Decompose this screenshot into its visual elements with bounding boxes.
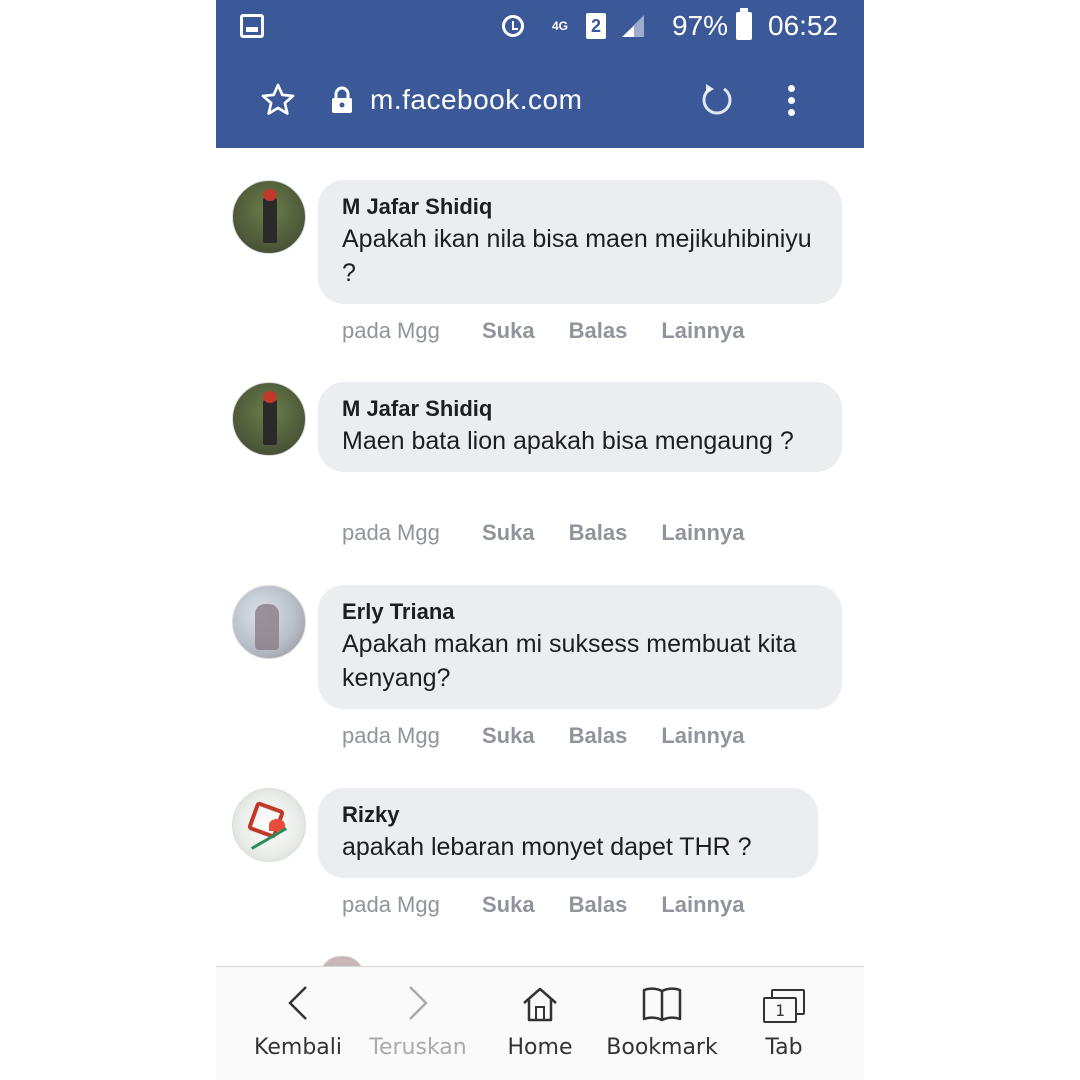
comment-time: pada Mgg — [342, 723, 440, 748]
browser-bottom-nav: Kembali Teruskan Home Bookmark 1 Tab — [216, 966, 864, 1080]
reply-button[interactable]: Balas — [569, 892, 628, 918]
comment-actions: pada Mgg Suka Balas Lainnya — [342, 318, 778, 344]
reply-button[interactable]: Balas — [569, 318, 628, 344]
more-button[interactable]: Lainnya — [661, 520, 744, 546]
avatar[interactable] — [232, 585, 306, 659]
comment-actions: pada Mgg Suka Balas Lainnya — [342, 723, 778, 749]
comment-bubble: Erly Triana Apakah makan mi suksess memb… — [318, 585, 842, 709]
forward-label: Teruskan — [369, 1035, 467, 1060]
tabs-label: Tab — [765, 1035, 803, 1060]
browser-url-bar: m.facebook.com — [216, 52, 864, 148]
comment-text: Apakah makan mi suksess membuat kita ken… — [342, 630, 797, 692]
comment-actions: pada Mgg Suka Balas Lainnya — [342, 520, 778, 546]
forward-arrow-icon — [404, 967, 432, 1027]
avatar[interactable] — [232, 382, 306, 456]
status-bar: 4G 2 97% 06:52 — [216, 0, 864, 52]
home-label: Home — [507, 1035, 573, 1060]
comment-list: M Jafar Shidiq Apakah ikan nila bisa mae… — [216, 148, 864, 966]
back-label: Kembali — [254, 1035, 342, 1060]
tab-count: 1 — [763, 997, 797, 1023]
more-button[interactable]: Lainnya — [661, 723, 744, 749]
reply-button[interactable]: Balas — [569, 723, 628, 749]
back-arrow-icon — [284, 967, 312, 1027]
lock-icon — [330, 52, 354, 148]
comment-bubble: M Jafar Shidiq Apakah ikan nila bisa mae… — [318, 180, 842, 304]
bookmark-book-icon — [641, 967, 683, 1027]
network-type: 4G — [552, 18, 569, 33]
comment-bubble: M Jafar Shidiq Maen bata lion apakah bis… — [318, 382, 842, 472]
home-button[interactable]: Home — [500, 967, 580, 1080]
comment-text: apakah lebaran monyet dapet THR ? — [342, 833, 752, 861]
signal-icon — [620, 0, 646, 52]
comment-bubble: Rizky apakah lebaran monyet dapet THR ? — [318, 788, 818, 878]
forward-button[interactable]: Teruskan — [362, 967, 474, 1080]
comment-actions: pada Mgg Suka Balas Lainnya — [342, 892, 778, 918]
comment-author[interactable]: M Jafar Shidiq — [342, 394, 818, 424]
battery-percentage: 97% — [672, 10, 729, 41]
back-button[interactable]: Kembali — [250, 967, 346, 1080]
url-address[interactable]: m.facebook.com — [370, 52, 582, 148]
bookmark-button[interactable]: Bookmark — [602, 967, 722, 1080]
sim-slot-indicator: 2 — [586, 0, 606, 52]
comment-author[interactable]: Erly Triana — [342, 597, 818, 627]
more-menu-icon[interactable] — [788, 52, 795, 148]
like-button[interactable]: Suka — [482, 520, 535, 546]
comment-author[interactable]: Rizky — [342, 800, 794, 830]
reload-icon[interactable] — [698, 52, 736, 148]
comment-text: Maen bata lion apakah bisa mengaung ? — [342, 427, 794, 455]
phone-screen: 4G 2 97% 06:52 m.facebook.com M Jafar Sh… — [216, 0, 864, 1080]
comment-time: pada Mgg — [342, 892, 440, 917]
gallery-icon — [240, 0, 264, 52]
tabs-button[interactable]: 1 Tab — [746, 967, 822, 1080]
status-time: 06:52 — [768, 10, 839, 41]
comment-time: pada Mgg — [342, 318, 440, 343]
comment-text: Apakah ikan nila bisa maen mejikuhibiniy… — [342, 225, 812, 287]
comment-author[interactable]: M Jafar Shidiq — [342, 192, 818, 222]
battery-icon — [736, 0, 752, 52]
comment-time: pada Mgg — [342, 520, 440, 545]
bookmark-label: Bookmark — [606, 1035, 718, 1060]
more-button[interactable]: Lainnya — [661, 318, 744, 344]
alarm-icon — [502, 0, 524, 52]
more-button[interactable]: Lainnya — [661, 892, 744, 918]
like-button[interactable]: Suka — [482, 318, 535, 344]
star-icon[interactable] — [260, 52, 296, 148]
like-button[interactable]: Suka — [482, 723, 535, 749]
reply-button[interactable]: Balas — [569, 520, 628, 546]
like-button[interactable]: Suka — [482, 892, 535, 918]
avatar[interactable] — [232, 788, 306, 862]
partial-avatar — [320, 956, 364, 966]
tabs-icon: 1 — [763, 967, 805, 1027]
home-icon — [521, 967, 559, 1027]
avatar[interactable] — [232, 180, 306, 254]
